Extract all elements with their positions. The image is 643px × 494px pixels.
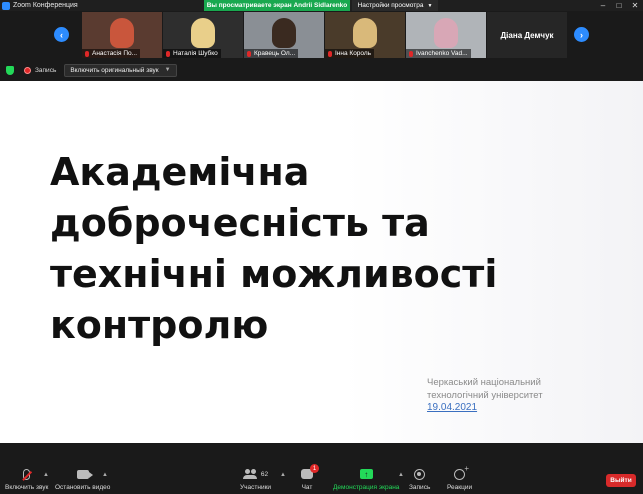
recording-indicator-icon — [24, 66, 31, 74]
zoom-window: Zoom Конференция Вы просматриваете экран… — [0, 0, 643, 494]
participants-count: 62 — [260, 470, 269, 478]
slide-title-line: технічні можливості — [50, 252, 498, 296]
view-settings-button[interactable]: Настройки просмотра ▼ — [352, 0, 438, 11]
chevron-down-icon[interactable]: ▼ — [165, 67, 171, 73]
shared-screen: Академічна доброчесність та технічні мож… — [0, 81, 643, 443]
participant-name: Інна Король — [335, 50, 372, 57]
chat-label: Чат — [301, 484, 313, 491]
slide-organization: Черкаський національний технологічний ун… — [427, 376, 543, 402]
next-page-button[interactable]: › — [574, 27, 589, 42]
participant-name: Кравець Ол... — [254, 50, 296, 57]
window-controls: – □ ✕ — [595, 0, 643, 11]
share-screen-icon: ↑ — [359, 469, 373, 479]
muted-mic-icon — [409, 50, 413, 57]
participant-tile[interactable]: Ivanchenko Vad... — [406, 12, 486, 58]
chat-button[interactable]: 1 Чат — [301, 464, 319, 491]
slide-title: Академічна доброчесність та технічні мож… — [50, 147, 570, 351]
participant-name: Анастасія По... — [92, 50, 138, 57]
participant-name-tag: Інна Король — [325, 49, 375, 58]
recording-label: Запись — [35, 66, 57, 74]
share-screen-label: Демонстрация экрана — [333, 484, 400, 491]
slide-org-line: Черкаський національний — [427, 377, 541, 388]
participant-name-tag: Анастасія По... — [82, 49, 141, 58]
participant-name-tag: Кравець Ол... — [244, 49, 299, 58]
participant-video — [272, 18, 296, 48]
muted-mic-icon — [328, 50, 332, 57]
participants-icon — [242, 469, 257, 479]
share-options-caret-icon[interactable]: ▲ — [398, 472, 404, 478]
participant-strip: ‹ Анастасія По... Наталія Шубко Кравець … — [0, 11, 643, 59]
zoom-logo-icon — [2, 1, 10, 10]
chat-icon: 1 — [301, 464, 319, 479]
chevron-down-icon: ▼ — [427, 2, 433, 9]
participant-video — [191, 18, 215, 48]
participant-tile[interactable]: Наталія Шубко — [163, 12, 243, 58]
participant-tile[interactable]: Анастасія По... — [82, 12, 162, 58]
security-shield-icon[interactable] — [6, 65, 14, 75]
participant-tile[interactable]: Кравець Ол... — [244, 12, 324, 58]
record-button[interactable]: Запись — [409, 467, 430, 491]
slide-date: 19.04.2021 — [427, 402, 478, 413]
participant-video — [434, 18, 458, 48]
reactions-button[interactable]: Реакции — [447, 464, 473, 492]
window-title: Zoom Конференция — [13, 2, 78, 9]
slide-title-line: доброчесність та — [50, 201, 430, 245]
participants-button[interactable]: 62 Участники — [240, 467, 271, 491]
share-screen-button[interactable]: ↑ Демонстрация экрана — [333, 467, 399, 491]
previous-page-button[interactable]: ‹ — [54, 27, 69, 42]
stop-video-label: Остановить видео — [55, 484, 111, 491]
view-settings-label: Настройки просмотра — [357, 2, 424, 9]
reactions-label: Реакции — [447, 484, 473, 491]
muted-microphone-icon — [23, 468, 31, 480]
chat-unread-badge: 1 — [310, 464, 319, 473]
close-button[interactable]: ✕ — [627, 0, 643, 11]
minimize-button[interactable]: – — [595, 0, 611, 11]
muted-mic-icon — [166, 50, 170, 57]
participant-name: Діана Демчук — [500, 30, 554, 40]
meeting-status-bar: Запись Включить оригинальный звук ▼ — [0, 59, 643, 81]
participants-options-caret-icon[interactable]: ▲ — [280, 472, 286, 478]
reactions-smiley-icon — [454, 464, 469, 480]
participant-name: Наталія Шубко — [173, 50, 218, 57]
record-label: Запись — [409, 484, 431, 491]
original-sound-button[interactable]: Включить оригинальный звук ▼ — [64, 63, 177, 77]
meeting-toolbar: Включить звук ▲ Остановить видео ▲ 62 Уч… — [0, 443, 643, 494]
participants-label: Участники — [240, 484, 272, 491]
participant-name: Ivanchenko Vad... — [416, 50, 468, 57]
video-options-caret-icon[interactable]: ▲ — [102, 472, 108, 478]
participant-name-tag: Ivanchenko Vad... — [406, 49, 471, 58]
maximize-button[interactable]: □ — [611, 0, 627, 11]
participant-video — [353, 18, 377, 48]
slide-title-line: Академічна — [50, 150, 310, 194]
participant-tile[interactable]: Інна Король — [325, 12, 405, 58]
leave-meeting-button[interactable]: Выйти — [606, 474, 636, 487]
screen-share-banner: Вы просматриваете экран Andrii Sidlarenk… — [204, 0, 350, 11]
participant-tile[interactable]: Діана Демчук — [487, 12, 567, 58]
participant-name-tag: Наталія Шубко — [163, 49, 221, 58]
unmute-button[interactable]: Включить звук — [5, 467, 48, 491]
original-sound-label: Включить оригинальный звук — [70, 66, 159, 74]
slide-org-line: технологічний університет — [427, 390, 543, 401]
unmute-label: Включить звук — [5, 484, 49, 491]
video-camera-icon — [76, 469, 93, 479]
record-icon — [414, 468, 426, 480]
slide-title-line: контролю — [50, 303, 269, 347]
muted-mic-icon — [85, 50, 89, 57]
muted-mic-icon — [247, 50, 251, 57]
stop-video-button[interactable]: Остановить видео — [55, 467, 110, 491]
participant-video — [110, 18, 134, 48]
audio-options-caret-icon[interactable]: ▲ — [43, 472, 49, 478]
